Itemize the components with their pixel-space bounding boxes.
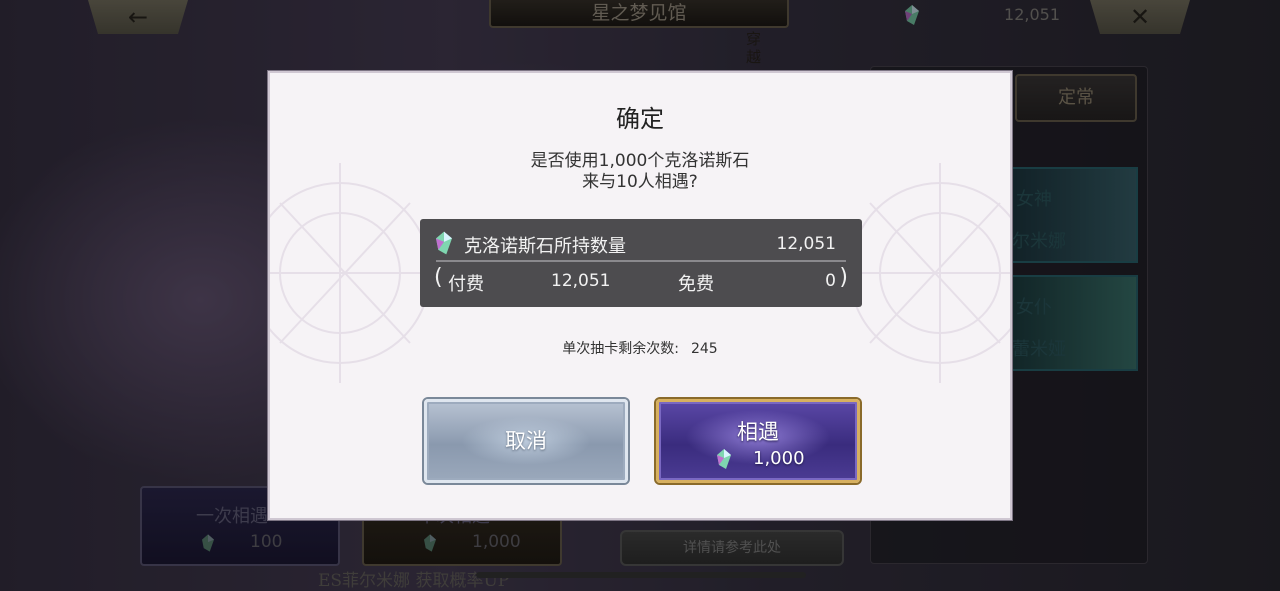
confirm-label: 相遇 — [737, 420, 779, 444]
cancel-button[interactable]: 取消 — [424, 399, 628, 483]
free-label: 免费 — [678, 274, 714, 295]
holdings-box: 克洛诺斯石所持数量 12,051 ( 付费 12,051 免费 0 ) — [420, 219, 862, 307]
holdings-total: 12,051 — [776, 234, 836, 254]
dialog-title: 确定 — [616, 105, 664, 133]
confirm-dialog: 确定 是否使用1,000个克洛诺斯石 来与10人相遇? 克洛诺斯石所持数量 12… — [268, 71, 1012, 520]
remaining-pulls: 单次抽卡剩余次数: 245 — [270, 338, 1010, 358]
chronos-stone-icon — [436, 231, 452, 255]
remaining-value: 245 — [690, 341, 718, 357]
question-line-2: 来与10人相遇? — [582, 172, 698, 192]
paren-open: ( — [434, 265, 443, 290]
confirm-pull-button[interactable]: 相遇 1,000 — [656, 399, 860, 483]
chronos-stone-icon — [717, 449, 731, 469]
divider — [436, 260, 846, 262]
paid-value: 12,051 — [551, 271, 611, 291]
paren-close: ) — [839, 265, 848, 290]
confirm-cost: 1,000 — [753, 448, 805, 469]
holdings-label: 克洛诺斯石所持数量 — [464, 236, 626, 257]
remaining-label: 单次抽卡剩余次数: — [562, 341, 679, 357]
question-line-1: 是否使用1,000个克洛诺斯石 — [530, 151, 750, 171]
dialog-question: 是否使用1,000个克洛诺斯石 来与10人相遇? — [270, 151, 1010, 193]
paid-label: 付费 — [448, 274, 484, 295]
free-value: 0 — [825, 271, 836, 291]
